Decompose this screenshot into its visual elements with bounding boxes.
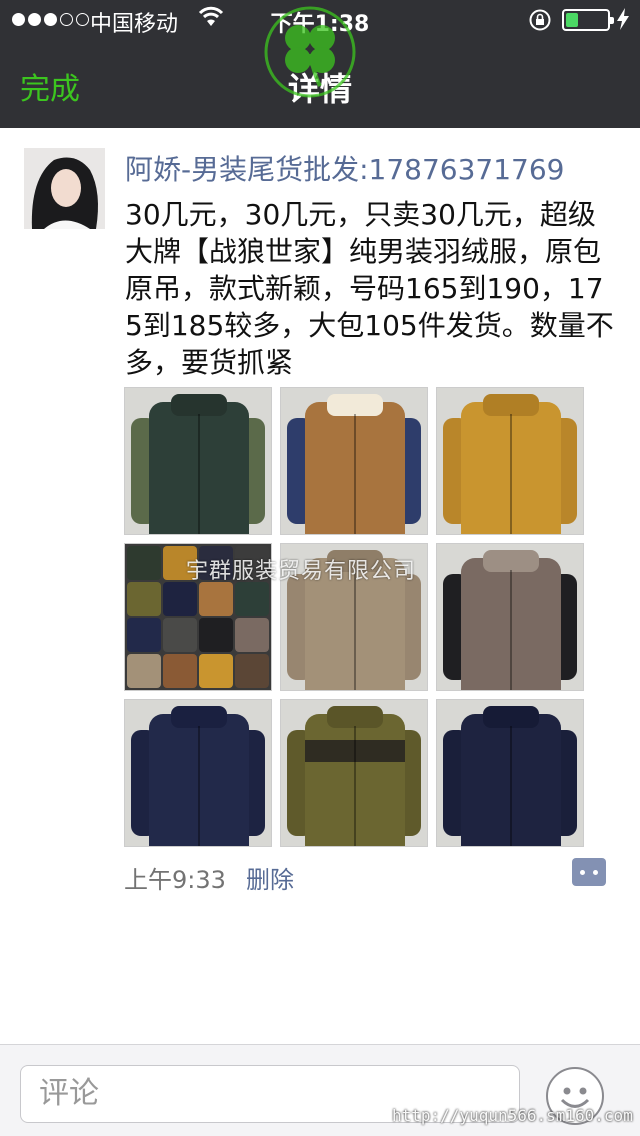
post-image-6[interactable] <box>436 543 584 691</box>
clover-logo-icon <box>264 6 356 98</box>
footer-url-watermark: http://yuqun566.sm160.com <box>392 1106 633 1125</box>
post-image-2[interactable] <box>280 387 428 535</box>
post-text: 30几元，30几元，只卖30几元，超级大牌【战狼世家】纯男装羽绒服，原包原吊，款… <box>125 198 614 379</box>
post-timestamp: 上午9:33 <box>124 866 226 894</box>
post-author-name[interactable]: 阿娇-男装尾货批发:17876371769 <box>125 148 565 188</box>
battery-icon <box>562 9 614 31</box>
author-avatar[interactable] <box>24 148 105 229</box>
post-image-7[interactable] <box>124 699 272 847</box>
post-image-grid <box>124 387 584 847</box>
avatar-image <box>24 148 105 229</box>
post-image-9[interactable] <box>436 699 584 847</box>
post-image-3[interactable] <box>436 387 584 535</box>
battery-level-fill <box>566 13 578 27</box>
post-image-1[interactable] <box>124 387 272 535</box>
rotation-lock-icon <box>529 9 551 31</box>
charging-bolt-icon <box>617 8 629 30</box>
post-image-8[interactable] <box>280 699 428 847</box>
header-bar: 中国移动 下午1:38 完成 详情 <box>0 0 640 128</box>
delete-post-link[interactable]: 删除 <box>246 860 294 895</box>
image-watermark: 宇群服装贸易有限公司 <box>186 559 417 584</box>
comment-menu-icon[interactable] <box>572 858 606 886</box>
